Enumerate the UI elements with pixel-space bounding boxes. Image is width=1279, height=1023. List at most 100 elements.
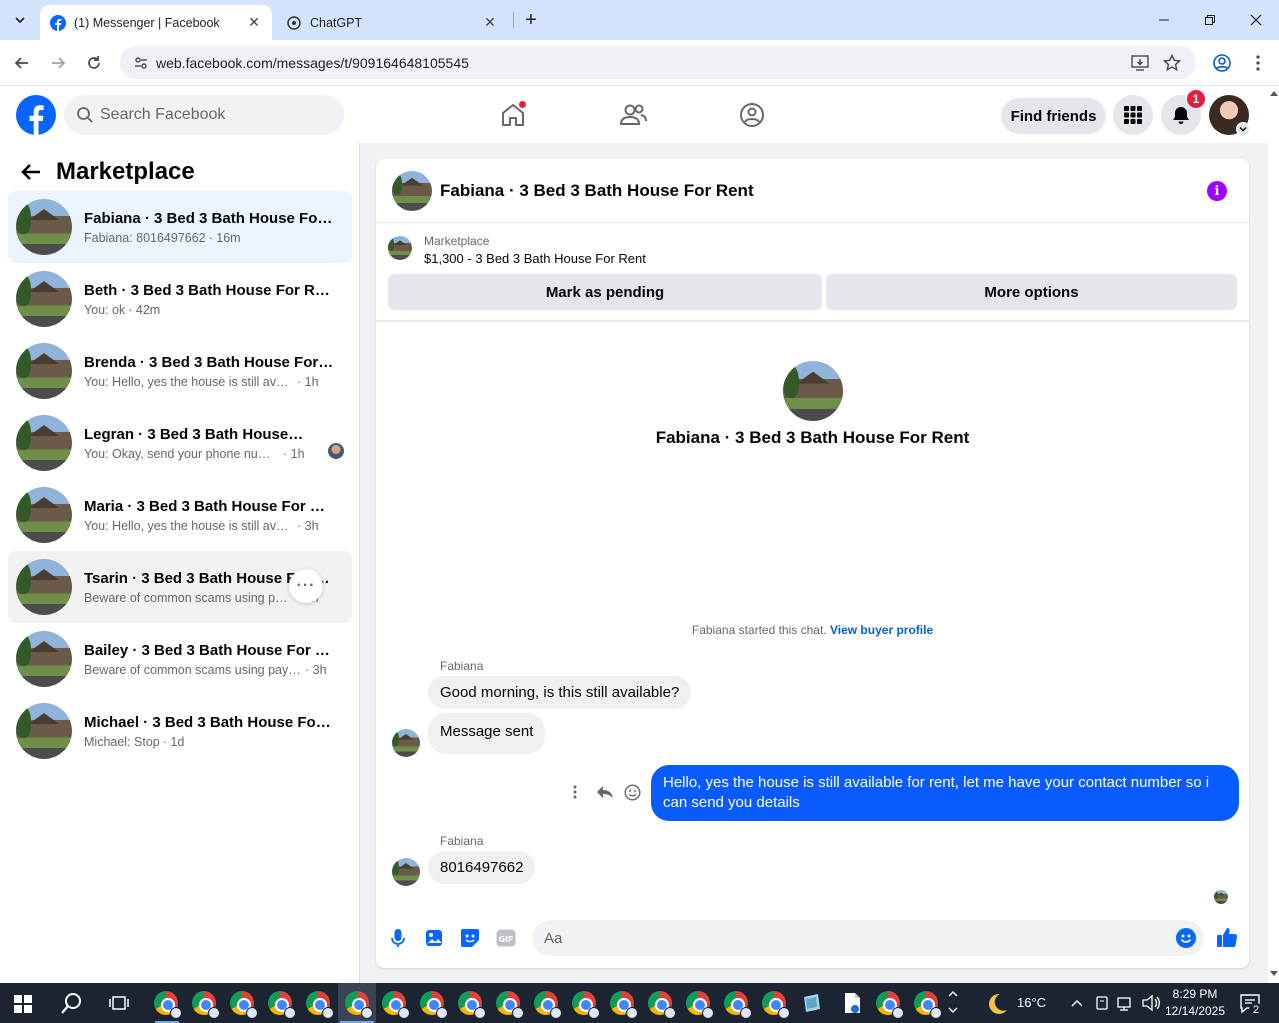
search-icon[interactable] <box>60 991 84 1015</box>
chrome-taskbar-icon[interactable] <box>420 991 448 1019</box>
chrome-taskbar-icon[interactable] <box>268 991 296 1019</box>
close-tab-icon[interactable]: ✕ <box>246 14 262 31</box>
conversation-item[interactable]: Maria · 3 Bed 3 Bath House For Rent You:… <box>8 479 352 551</box>
chrome-taskbar-icon[interactable] <box>192 991 220 1019</box>
chrome-taskbar-icon[interactable] <box>648 991 676 1019</box>
scroll-up-arrow-icon[interactable] <box>1270 91 1278 96</box>
chrome-taskbar-icon[interactable] <box>914 991 942 1019</box>
facebook-search-input[interactable]: Search Facebook <box>64 95 344 135</box>
chrome-taskbar-icon[interactable] <box>686 991 714 1019</box>
menu-button[interactable] <box>1113 95 1153 135</box>
taskbar-date[interactable]: 12/14/2025 <box>1164 1004 1226 1018</box>
site-settings-icon[interactable] <box>132 54 150 72</box>
reload-button[interactable] <box>82 51 106 75</box>
chrome-taskbar-icon[interactable] <box>572 991 600 1019</box>
chrome-taskbar-icon[interactable] <box>534 991 562 1019</box>
view-buyer-profile-link[interactable]: View buyer profile <box>830 623 933 637</box>
conversation-item[interactable]: Brenda · 3 Bed 3 Bath House For Rent You… <box>8 335 352 407</box>
chrome-taskbar-icon[interactable] <box>230 991 258 1019</box>
conversation-time: · 1h <box>297 374 319 389</box>
nav-home[interactable] <box>493 97 533 133</box>
listing-price-title[interactable]: $1,300 - 3 Bed 3 Bath House For Rent <box>424 251 646 266</box>
conversation-item[interactable]: Fabiana · 3 Bed 3 Bath House For Rent Fa… <box>8 191 352 263</box>
tab-chatgpt[interactable]: ChatGPT ✕ <box>276 5 508 40</box>
weather-temperature[interactable]: 16°C <box>1017 995 1046 1010</box>
volume-icon[interactable] <box>1141 991 1161 1015</box>
nav-friends[interactable] <box>613 97 653 133</box>
conversation-more-button[interactable]: ··· <box>289 569 323 603</box>
close-tab-icon[interactable]: ✕ <box>482 14 498 31</box>
windows-taskbar: 16°C 8:29 PM 12/14/2025 2 <box>0 983 1279 1023</box>
sticker-icon[interactable] <box>460 928 480 948</box>
page-scrollbar[interactable] <box>1268 87 1279 983</box>
task-view-icon[interactable] <box>108 991 132 1015</box>
chrome-taskbar-icon[interactable] <box>876 991 904 1019</box>
chrome-taskbar-icon[interactable] <box>345 991 373 1019</box>
back-arrow-button[interactable] <box>16 157 46 187</box>
info-icon[interactable]: i <box>1207 181 1227 201</box>
chrome-taskbar-icon[interactable] <box>154 991 182 1019</box>
chat-listing-thumbnail[interactable] <box>392 170 432 211</box>
sender-avatar[interactable] <box>392 729 420 757</box>
tab-messenger[interactable]: (1) Messenger | Facebook ✕ <box>40 5 272 40</box>
outgoing-message[interactable]: Hello, yes the house is still available … <box>651 765 1239 821</box>
reply-icon[interactable] <box>596 784 614 800</box>
facebook-logo-icon[interactable] <box>16 95 56 135</box>
chrome-taskbar-icon[interactable] <box>458 991 486 1019</box>
conversation-item[interactable]: Michael · 3 Bed 3 Bath House For Rent Mi… <box>8 695 352 767</box>
browser-menu-icon[interactable] <box>1246 51 1270 75</box>
find-friends-button[interactable]: Find friends <box>1001 98 1106 134</box>
browser-profile-icon[interactable] <box>1210 51 1234 75</box>
document-taskbar-icon[interactable] <box>840 991 864 1015</box>
chrome-taskbar-icon[interactable] <box>762 991 790 1019</box>
chrome-taskbar-icon[interactable] <box>382 991 410 1019</box>
address-bar[interactable]: web.facebook.com/messages/t/909164648105… <box>120 46 1196 79</box>
listing-thumbnail <box>16 271 72 327</box>
account-chevron-icon[interactable] <box>1236 122 1250 136</box>
chrome-taskbar-icon[interactable] <box>724 991 752 1019</box>
conversation-item[interactable]: Legran · 3 Bed 3 Bath House For Rent You… <box>8 407 352 479</box>
tab-search-button[interactable] <box>8 8 32 32</box>
network-device-icon[interactable] <box>1094 991 1110 1015</box>
chrome-taskbar-icon[interactable] <box>610 991 638 1019</box>
taskbar-time[interactable]: 8:29 PM <box>1171 987 1219 1001</box>
show-hidden-icons-chevron-icon[interactable] <box>1070 991 1086 1015</box>
back-button[interactable] <box>10 51 34 75</box>
sender-avatar[interactable] <box>392 858 420 886</box>
forward-button[interactable] <box>46 51 70 75</box>
message-input[interactable]: Aa <box>532 920 1204 956</box>
react-smiley-icon[interactable] <box>624 783 642 801</box>
incoming-message[interactable]: Message sent <box>428 713 546 754</box>
incoming-message[interactable]: 8016497662 <box>428 851 536 884</box>
nav-groups[interactable] <box>732 97 772 133</box>
conversation-item[interactable]: Bailey · 3 Bed 3 Bath House For Rent Bew… <box>8 623 352 695</box>
chrome-taskbar-icon[interactable] <box>306 991 334 1019</box>
weather-moon-icon[interactable] <box>984 991 1008 1015</box>
mark-as-pending-button[interactable]: Mark as pending <box>388 274 822 310</box>
taskbar-scroll-chevrons-icon[interactable] <box>946 991 962 1015</box>
more-vertical-icon[interactable] <box>568 785 582 799</box>
conversation-item[interactable]: Beth · 3 Bed 3 Bath House For Rent You: … <box>8 263 352 335</box>
url-text[interactable]: web.facebook.com/messages/t/909164648105… <box>156 55 1196 71</box>
gif-icon[interactable]: GIF <box>496 928 516 948</box>
scroll-down-arrow-icon[interactable] <box>1270 971 1278 976</box>
new-tab-button[interactable]: + <box>520 9 542 31</box>
install-app-icon[interactable] <box>1128 51 1152 75</box>
incoming-message[interactable]: Good morning, is this still available? <box>428 676 692 709</box>
emoji-icon[interactable] <box>1176 928 1196 948</box>
facebook-header: Search Facebook Find friends 1 <box>0 87 1268 143</box>
windows-start-button[interactable] <box>14 995 32 1013</box>
close-window-button[interactable] <box>1233 0 1279 40</box>
photo-icon[interactable] <box>424 928 444 948</box>
ethernet-icon[interactable] <box>1116 991 1136 1015</box>
more-options-button[interactable]: More options <box>826 274 1237 310</box>
thumbs-up-icon[interactable] <box>1216 926 1238 948</box>
minimize-button[interactable] <box>1141 0 1187 40</box>
chrome-taskbar-icon[interactable] <box>496 991 524 1019</box>
chat-title[interactable]: Fabiana · 3 Bed 3 Bath House For Rent <box>440 181 754 201</box>
conversation-item[interactable]: Tsarin · 3 Bed 3 Bath House For Rent Bew… <box>8 551 352 623</box>
bookmark-star-icon[interactable] <box>1160 51 1184 75</box>
restore-button[interactable] <box>1187 0 1233 40</box>
microphone-icon[interactable] <box>388 928 408 948</box>
app-taskbar-icon[interactable] <box>800 991 824 1015</box>
